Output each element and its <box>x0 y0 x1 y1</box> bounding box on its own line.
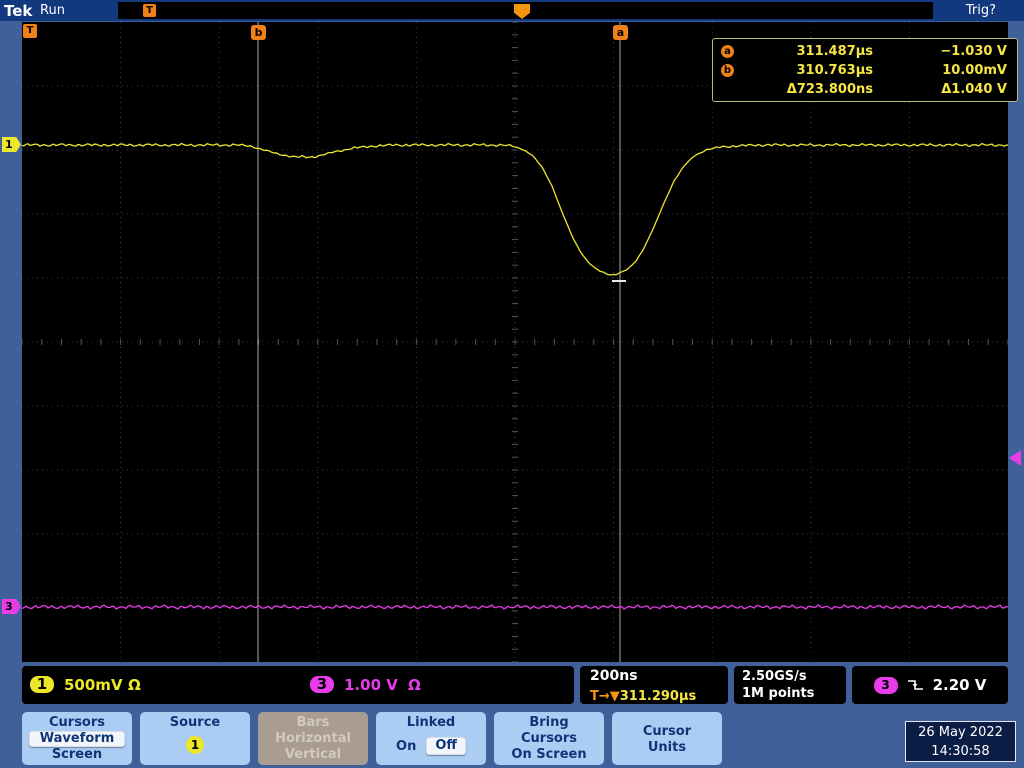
softkey-cursor-units[interactable]: Cursor Units <box>612 712 722 765</box>
cursor-a-row: a 311.487µs −1.030 V <box>721 42 1007 61</box>
cursor-b-badge: b <box>721 64 734 77</box>
linked-option-on[interactable]: On <box>396 739 416 754</box>
trigger-status-label: Trig? <box>965 3 996 18</box>
cursor-a-flag[interactable]: a <box>613 25 628 40</box>
sample-rate: 2.50GS/s <box>742 669 807 684</box>
units-line2: Units <box>647 740 687 755</box>
ch3-badge[interactable]: 3 <box>310 676 334 693</box>
top-status-bar: Tek Run T Trig? <box>0 0 1024 21</box>
bring-line3: On Screen <box>511 747 587 762</box>
cursors-option-waveform[interactable]: Waveform <box>29 731 125 747</box>
acquisition-readout[interactable]: 2.50GS/s 1M points <box>734 666 846 704</box>
cursor-b-flag[interactable]: b <box>251 25 266 40</box>
cursor-readout-box: a 311.487µs −1.030 V b 310.763µs 10.00mV… <box>712 38 1018 102</box>
cursors-title: Cursors <box>48 715 106 730</box>
trigger-level: 2.20 V <box>932 676 987 694</box>
cursor-a-voltage: −1.030 V <box>940 44 1007 59</box>
source-channel-badge: 1 <box>186 736 204 754</box>
softkey-bars-orientation: Bars Horizontal Vertical <box>258 712 368 765</box>
timebase-scale: 200ns <box>590 668 638 684</box>
softkey-linked[interactable]: Linked On Off <box>376 712 486 765</box>
trigger-position-icon: T <box>143 4 156 17</box>
units-line1: Cursor <box>642 724 692 739</box>
falling-edge-icon <box>907 680 923 690</box>
timebase-position: 311.290µs <box>619 689 697 704</box>
linked-option-off[interactable]: Off <box>426 737 466 755</box>
cursor-b-voltage: 10.00mV <box>942 63 1007 78</box>
softkey-source[interactable]: Source 1 <box>140 712 250 765</box>
trigger-left-indicator[interactable]: T <box>23 24 37 38</box>
cursor-b-time: 310.763µs <box>796 63 873 78</box>
acquisition-run-status: Run <box>40 3 65 18</box>
trigger-level-arrow[interactable] <box>1009 450 1021 466</box>
time-label: 14:30:58 <box>931 744 990 759</box>
cursor-delta-spacer <box>721 83 734 96</box>
cursor-delta-row: Δ723.800ns Δ1.040 V <box>721 80 1007 99</box>
bars-title: Bars <box>296 715 330 730</box>
bring-line2: Cursors <box>520 731 578 746</box>
trigger-position-prefix-icon: T→▼ <box>590 689 620 704</box>
bring-line1: Bring <box>529 715 569 730</box>
oscilloscope-screen: Tek Run T Trig? T b a a 311.487µs −1.030… <box>0 0 1024 768</box>
timebase-readout[interactable]: 200ns T→▼311.290µs <box>580 666 728 704</box>
cursor-a-badge: a <box>721 45 734 58</box>
ch1-coupling: Ω <box>128 676 141 694</box>
channel-readout-bar: 1 500mV Ω 3 1.00 V Ω <box>22 666 574 704</box>
waveform-display: T b a a 311.487µs −1.030 V b 310.763µs 1… <box>22 22 1018 662</box>
cursor-b-row: b 310.763µs 10.00mV <box>721 61 1007 80</box>
ch3-ground-marker[interactable]: 3 <box>2 599 21 614</box>
bars-option-horizontal: Horizontal <box>275 731 351 746</box>
source-title: Source <box>169 715 221 730</box>
cursor-delta-time: Δ723.800ns <box>786 82 873 97</box>
softkey-bring-cursors[interactable]: Bring Cursors On Screen <box>494 712 604 765</box>
ch1-badge[interactable]: 1 <box>30 676 54 693</box>
trigger-source-badge: 3 <box>873 676 898 694</box>
cursor-delta-voltage: Δ1.040 V <box>941 82 1007 97</box>
linked-title: Linked <box>406 715 456 730</box>
ch3-coupling: Ω <box>408 676 421 694</box>
tek-logo: Tek <box>4 2 33 20</box>
ch1-ground-marker[interactable]: 1 <box>2 137 21 152</box>
ch1-scale[interactable]: 500mV <box>64 676 123 694</box>
waveform-plot <box>22 22 1008 662</box>
date-label: 26 May 2022 <box>918 725 1003 740</box>
datetime-display: 26 May 2022 14:30:58 <box>905 721 1016 762</box>
ch3-scale[interactable]: 1.00 V <box>344 676 398 694</box>
softkey-cursors-mode[interactable]: Cursors Waveform Screen <box>22 712 132 765</box>
cursor-a-time: 311.487µs <box>796 44 873 59</box>
bars-option-vertical: Vertical <box>284 747 342 762</box>
record-length: 1M points <box>742 686 815 701</box>
cursors-option-screen[interactable]: Screen <box>29 747 125 763</box>
trigger-readout[interactable]: 3 2.20 V <box>852 666 1008 704</box>
